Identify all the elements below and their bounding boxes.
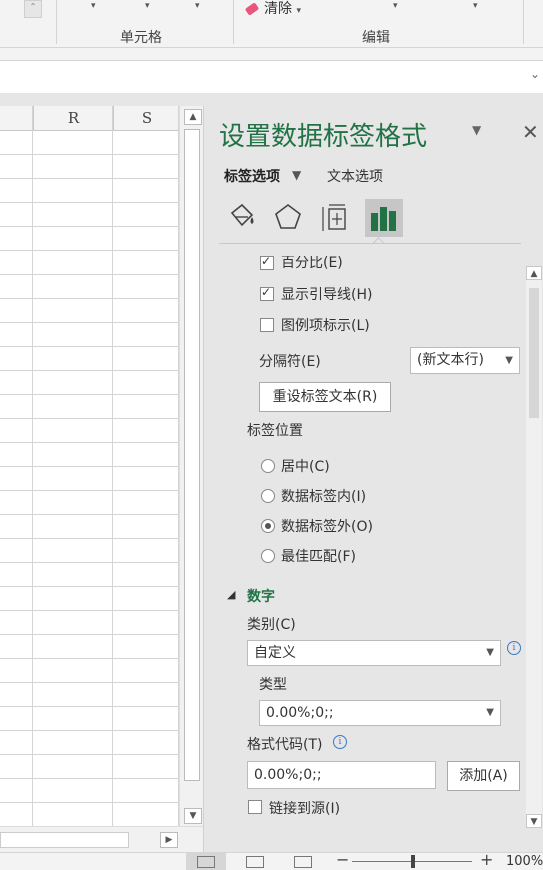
page-break-preview-icon[interactable] — [294, 856, 312, 868]
position-inside-end-radio[interactable] — [261, 489, 275, 503]
grid-vertical-scrollbar[interactable]: ▲ ▼ — [179, 106, 204, 826]
ribbon-dropdown-2[interactable]: ▾ — [145, 1, 150, 11]
fill-line-icon[interactable] — [222, 199, 258, 237]
legend-key-checkbox[interactable] — [260, 318, 274, 332]
link-to-source-label: 链接到源(I) — [269, 801, 341, 817]
clear-dropdown-icon: ▾ — [296, 6, 301, 16]
normal-view-icon — [197, 856, 215, 868]
clear-label: 清除 — [264, 1, 292, 17]
separator-value: (新文本行) — [417, 352, 484, 368]
column-header-r[interactable]: R — [33, 106, 113, 131]
clear-button[interactable]: 清除 ▾ — [244, 0, 301, 18]
scroll-down-button[interactable]: ▼ — [184, 808, 202, 824]
formula-bar-spacer — [0, 93, 543, 106]
pane-scroll-area: 百分比(E) 显示引导线(H) 图例项标示(L) 分隔符(E) (新文本行) ▼… — [219, 256, 521, 826]
type-value: 0.00%;0;; — [266, 705, 334, 721]
type-select[interactable]: 0.00%;0;; ▼ — [259, 700, 501, 726]
position-best-fit-radio[interactable] — [261, 549, 275, 563]
label-options-chart-icon[interactable] — [365, 199, 403, 237]
pane-divider — [219, 243, 521, 244]
add-format-button[interactable]: 添加(A) — [447, 761, 520, 791]
expand-formula-bar-icon[interactable]: ⌄ — [530, 67, 540, 81]
position-best-fit-label: 最佳匹配(F) — [281, 549, 356, 565]
page-layout-view-icon[interactable] — [246, 856, 264, 868]
cells-group-label: 单元格 — [120, 30, 162, 46]
percentage-checkbox[interactable] — [260, 256, 274, 270]
pane-vertical-scrollbar[interactable]: ▲ ▼ — [526, 266, 542, 828]
reset-label-text-button[interactable]: 重设标签文本(R) — [259, 382, 391, 412]
position-outside-end-radio[interactable] — [261, 519, 275, 533]
chevron-down-icon: ▼ — [486, 707, 494, 718]
tab-dropdown-icon[interactable]: ▼ — [292, 168, 301, 182]
status-bar: − + 100% — [0, 850, 543, 870]
edit-group-label: 编辑 — [362, 30, 390, 46]
scroll-right-button[interactable]: ▶ — [160, 832, 178, 848]
pane-scroll-down-button[interactable]: ▼ — [526, 814, 542, 828]
zoom-in-button[interactable]: + — [480, 850, 493, 869]
ribbon-dropdown-4[interactable]: ▾ — [393, 1, 398, 11]
collapse-section-icon[interactable]: ◢ — [227, 588, 235, 601]
percentage-label: 百分比(E) — [281, 256, 343, 271]
zoom-slider-thumb[interactable] — [411, 855, 415, 868]
ribbon-separator — [233, 0, 234, 44]
chevron-down-icon: ▼ — [486, 647, 494, 658]
horizontal-scroll-thumb[interactable] — [0, 832, 129, 848]
legend-key-label: 图例项标示(L) — [281, 318, 370, 334]
position-inside-end-label: 数据标签内(I) — [281, 489, 367, 505]
type-label: 类型 — [259, 677, 287, 693]
grid-horizontal-scrollbar[interactable]: ▶ — [0, 826, 203, 853]
tab-text-options[interactable]: 文本选项 — [327, 166, 383, 186]
column-divider — [112, 106, 113, 826]
pane-scroll-thumb[interactable] — [529, 288, 539, 418]
position-center-label: 居中(C) — [281, 459, 330, 475]
eraser-icon — [244, 2, 260, 16]
normal-view-button[interactable] — [186, 853, 226, 870]
column-header-partial[interactable] — [0, 106, 33, 131]
link-to-source-checkbox[interactable] — [248, 800, 262, 814]
ribbon-dropdown-3[interactable]: ▾ — [195, 1, 200, 11]
category-value: 自定义 — [254, 645, 296, 661]
label-position-heading: 标签位置 — [247, 423, 303, 439]
close-icon[interactable]: ✕ — [522, 120, 539, 144]
ribbon-scroll-button[interactable]: ⌃ — [24, 0, 42, 18]
leader-lines-label: 显示引导线(H) — [281, 287, 373, 303]
zoom-out-button[interactable]: − — [336, 850, 349, 869]
formula-bar[interactable]: ⌄ — [0, 60, 543, 94]
separator-label: 分隔符(E) — [259, 354, 321, 370]
position-outside-end-label: 数据标签外(O) — [281, 519, 373, 535]
format-data-labels-pane: 设置数据标签格式 ▼ ✕ 标签选项 ▼ 文本选项 百分 — [203, 106, 543, 852]
worksheet-grid[interactable]: R S — [0, 106, 180, 826]
column-header-s[interactable]: S — [113, 106, 180, 131]
column-divider — [32, 106, 33, 826]
scroll-up-button[interactable]: ▲ — [184, 109, 202, 125]
category-select[interactable]: 自定义 ▼ — [247, 640, 501, 666]
number-section-title[interactable]: 数字 — [247, 586, 275, 606]
ribbon-dropdown-1[interactable]: ▾ — [91, 1, 96, 11]
format-code-info-icon: i — [333, 735, 347, 749]
info-icon: i — [507, 641, 521, 655]
format-code-label: 格式代码(T) — [247, 737, 323, 753]
ribbon-separator — [523, 0, 524, 44]
leader-lines-checkbox[interactable] — [260, 285, 274, 301]
scroll-thumb[interactable] — [184, 129, 200, 781]
pane-options-icon[interactable]: ▼ — [472, 123, 481, 137]
pane-scroll-up-button[interactable]: ▲ — [526, 266, 542, 280]
position-center-radio[interactable] — [261, 459, 275, 473]
tab-label-options[interactable]: 标签选项 — [224, 166, 280, 186]
zoom-level[interactable]: 100% — [506, 854, 543, 869]
ribbon-dropdown-5[interactable]: ▾ — [473, 1, 478, 11]
chevron-down-icon: ▼ — [505, 355, 513, 366]
separator-select[interactable]: (新文本行) ▼ — [410, 347, 520, 374]
ribbon-gap — [0, 48, 543, 60]
format-code-input[interactable]: 0.00%;0;; — [247, 761, 436, 789]
size-properties-icon[interactable] — [318, 199, 354, 237]
ribbon: ⌃ ▾ ▾ ▾ 清除 ▾ ▾ ▾ 单元格 编辑 — [0, 0, 543, 48]
ribbon-separator — [56, 0, 57, 44]
category-label: 类别(C) — [247, 617, 296, 633]
pane-title: 设置数据标签格式 — [219, 122, 428, 152]
effects-icon[interactable] — [270, 199, 306, 237]
